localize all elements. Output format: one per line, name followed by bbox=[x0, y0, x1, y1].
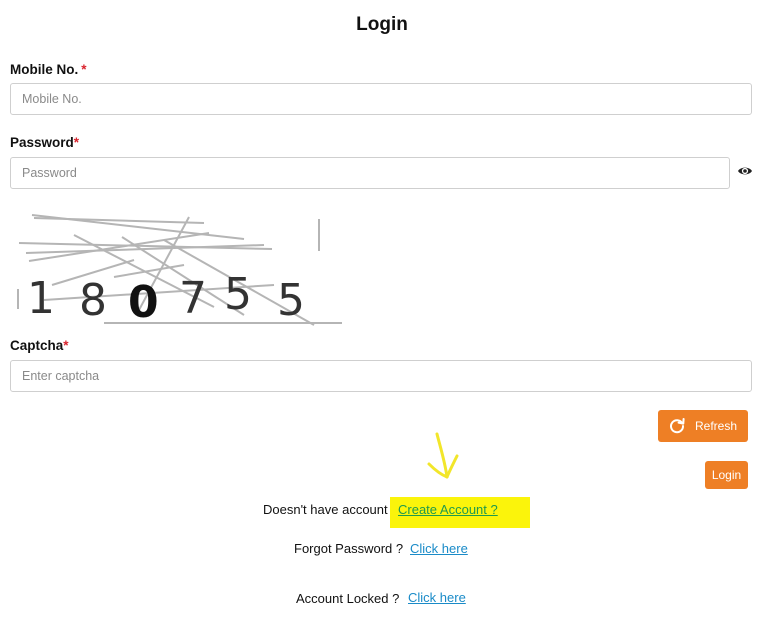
refresh-button[interactable]: Refresh bbox=[658, 410, 748, 442]
captcha-digit: 7 bbox=[179, 273, 207, 324]
required-mark: * bbox=[73, 135, 80, 150]
mobile-label-text: Mobile No. bbox=[10, 62, 79, 77]
captcha-digit: 1 bbox=[27, 273, 55, 324]
forgot-password-link[interactable]: Click here bbox=[410, 541, 468, 556]
captcha-label-text: Captcha bbox=[10, 338, 64, 353]
login-button[interactable]: Login bbox=[705, 461, 748, 489]
captcha-image: 1 8 0 7 5 5 bbox=[17, 214, 342, 328]
password-label: Password* bbox=[10, 135, 79, 150]
account-locked-link[interactable]: Click here bbox=[408, 590, 466, 605]
captcha-digit: 8 bbox=[79, 275, 107, 326]
refresh-label: Refresh bbox=[694, 419, 738, 433]
captcha-input[interactable] bbox=[10, 360, 752, 392]
forgot-password-prompt: Forgot Password ? bbox=[294, 541, 404, 556]
captcha-label: Captcha* bbox=[10, 338, 69, 353]
eye-icon[interactable] bbox=[737, 163, 753, 179]
page-title: Login bbox=[356, 14, 408, 35]
refresh-icon bbox=[670, 418, 685, 434]
password-label-text: Password bbox=[10, 135, 74, 150]
mobile-input[interactable] bbox=[10, 83, 752, 115]
create-account-link[interactable]: Create Account ? bbox=[398, 502, 498, 517]
mobile-label: Mobile No. * bbox=[10, 62, 87, 77]
captcha-digit: 5 bbox=[224, 269, 252, 320]
annotation-arrow-icon bbox=[427, 432, 459, 479]
create-account-prompt: Doesn't have account bbox=[263, 502, 388, 517]
password-input[interactable] bbox=[10, 157, 730, 189]
account-locked-prompt: Account Locked ? bbox=[296, 591, 400, 606]
required-mark: * bbox=[81, 62, 87, 77]
captcha-digit: 0 bbox=[128, 277, 159, 328]
captcha-digit: 5 bbox=[277, 275, 305, 326]
required-mark: * bbox=[63, 338, 69, 353]
